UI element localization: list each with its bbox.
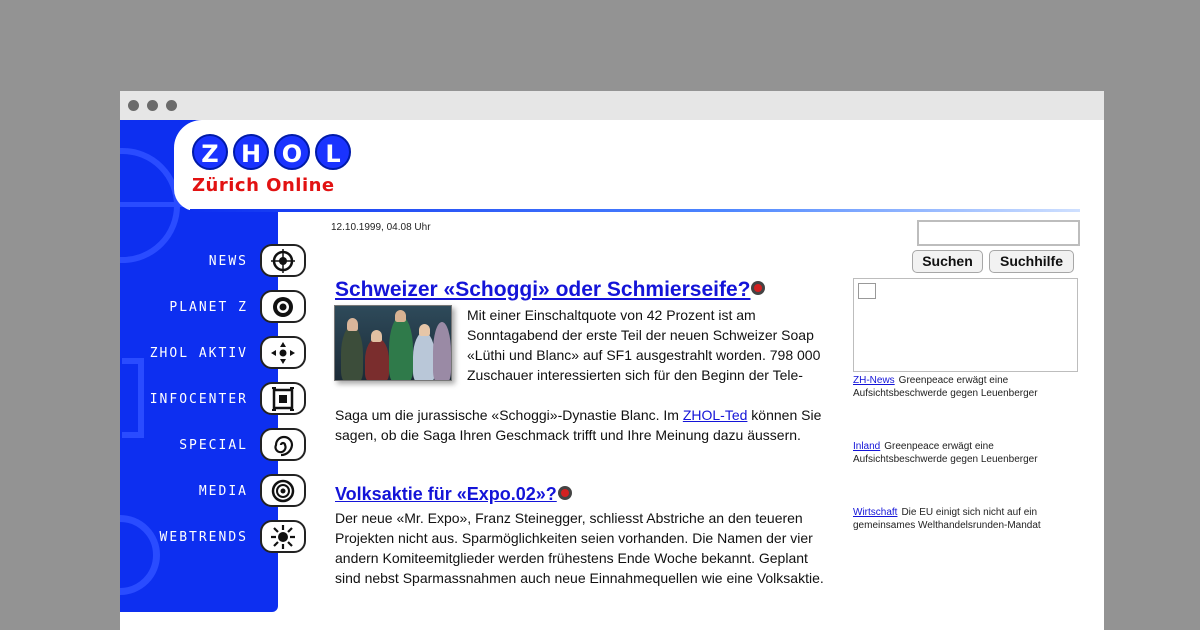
rings-icon [260, 474, 306, 507]
nav-item-news[interactable]: NEWS [120, 244, 306, 278]
nav-item-infocenter[interactable]: INFOCENTER [120, 382, 306, 416]
nav-item-special[interactable]: SPECIAL [120, 428, 306, 462]
header-divider [190, 209, 1080, 212]
sidebar-news-item: ZH-News Greenpeace erwägt eine Aufsichtsb… [853, 374, 1083, 400]
nav-label: ZHOL AKTIV [149, 346, 248, 361]
logo-letter-z: Z [192, 134, 228, 170]
window-titlebar [120, 91, 1104, 120]
date-time: 12.10.1999, 04.08 Uhr [331, 222, 431, 233]
sidebar-news-item: Inland Greenpeace erwägt eine Aufsichtsbe… [853, 440, 1083, 466]
sun-icon [260, 520, 306, 553]
article-1-text-before-link: Saga um die jurassische «Schoggi»-Dynast… [335, 407, 683, 423]
planet-icon [260, 290, 306, 323]
article-2-title-text: Volksaktie für «Expo.02»? [335, 484, 557, 504]
logo-letter-h: H [233, 134, 269, 170]
nav-item-zhol-aktiv[interactable]: ZHOL AKTIV [120, 336, 306, 370]
broken-image-icon [858, 283, 876, 299]
nav-item-planet-z[interactable]: PLANET Z [120, 290, 306, 324]
article-1-title-text: Schweizer «Schoggi» oder Schmierseife? [335, 278, 751, 301]
article-1-title[interactable]: Schweizer «Schoggi» oder Schmierseife? [335, 278, 766, 302]
window-maximize-dot[interactable] [166, 100, 177, 111]
site-logo[interactable]: Z H O L [192, 134, 351, 172]
search-button[interactable]: Suchen [912, 250, 983, 273]
zhol-ted-link[interactable]: ZHOL-Ted [683, 407, 748, 423]
window-minimize-dot[interactable] [147, 100, 158, 111]
article-1-text-top: Mit einer Einschaltquote von 42 Prozent … [467, 307, 821, 383]
arrows-icon [260, 336, 306, 369]
logo-subtitle: Zürich Online [192, 175, 335, 196]
nav-label: NEWS [208, 254, 248, 269]
sidebar-news-text: Greenpeace erwägt eine Aufsichtsbeschwer… [853, 441, 1038, 465]
window-close-dot[interactable] [128, 100, 139, 111]
search-help-button[interactable]: Suchhilfe [989, 250, 1074, 273]
nav-item-media[interactable]: MEDIA [120, 474, 306, 508]
article-1-photo[interactable] [334, 305, 452, 381]
red-dot-icon [751, 281, 766, 296]
article-1-text-bottom: Saga um die jurassische «Schoggi»-Dynast… [335, 405, 825, 445]
article-2-title[interactable]: Volksaktie für «Expo.02»? [335, 484, 572, 505]
logo-letter-o: O [274, 134, 310, 170]
red-dot-icon [557, 486, 572, 501]
ad-banner[interactable] [853, 278, 1078, 372]
nav-label: SPECIAL [179, 438, 248, 453]
web-page: Z H O L Zürich Online NEWS PLANET Z ZHOL… [120, 120, 1104, 630]
browser-window: Z H O L Zürich Online NEWS PLANET Z ZHOL… [120, 91, 1104, 630]
search-input[interactable] [917, 220, 1080, 246]
article-2-text: Der neue «Mr. Expo», Franz Steinegger, s… [335, 510, 824, 586]
logo-letter-l: L [315, 134, 351, 170]
nav-label: WEBTRENDS [159, 530, 248, 545]
target-square-icon [260, 382, 306, 415]
sidebar-news-item: Wirtschaft Die EU einigt sich nicht auf e… [853, 506, 1083, 532]
sidebar-link-wirtschaft[interactable]: Wirtschaft [853, 507, 897, 518]
compass-icon [260, 244, 306, 277]
sidebar-link-inland[interactable]: Inland [853, 441, 880, 452]
sidebar-link-zh-news[interactable]: ZH-News [853, 375, 895, 386]
nav-label: MEDIA [198, 484, 248, 499]
nav-label: INFOCENTER [149, 392, 248, 407]
nav-item-webtrends[interactable]: WEBTRENDS [120, 520, 306, 554]
nav-label: PLANET Z [169, 300, 248, 315]
spiral-icon [260, 428, 306, 461]
